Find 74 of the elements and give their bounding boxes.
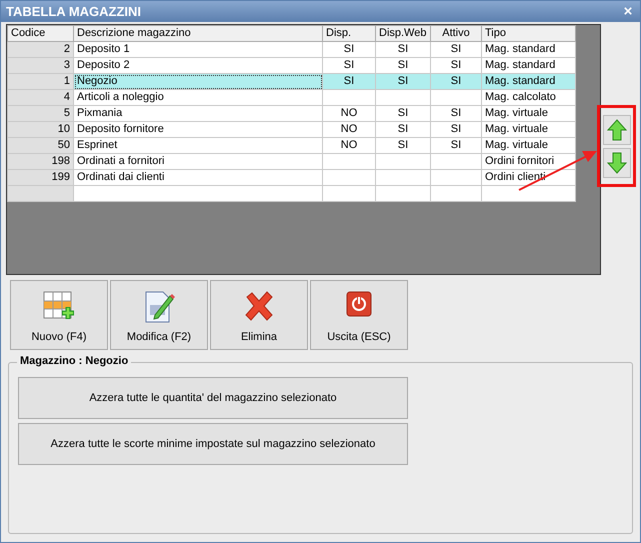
table-cell: SI	[450, 75, 462, 87]
column-header[interactable]: Attivo	[430, 26, 482, 42]
table-cell: SI	[450, 107, 462, 119]
table-cell: Ordinati dai clienti	[77, 171, 164, 183]
table-cell: 5	[64, 107, 70, 119]
table-cell: SI	[450, 43, 462, 55]
table-cell: Pixmania	[77, 107, 122, 119]
table-cell: Mag. standard	[485, 59, 556, 71]
table-row[interactable]: 1 Negozio SI SI SI Mag. standard	[8, 74, 576, 90]
table-cell: Deposito 1	[77, 43, 130, 55]
table-add-icon	[43, 291, 75, 321]
table-cell: SI	[398, 75, 408, 87]
table-row[interactable]: 10 Deposito fornitore NO SI SI Mag. virtuale	[8, 122, 576, 138]
arrow-up-icon	[606, 118, 626, 140]
column-header[interactable]: Codice	[8, 26, 74, 42]
table-cell: SI	[398, 139, 408, 151]
group-title: Magazzino : Negozio	[17, 356, 132, 367]
table-cell: SI	[344, 75, 354, 87]
table-cell: SI	[398, 43, 408, 55]
table-cell: Esprinet	[77, 139, 118, 151]
table-cell: Mag. virtuale	[485, 139, 548, 151]
power-icon	[346, 291, 372, 317]
table-cell: NO	[340, 139, 358, 151]
toolbar-button[interactable]: Uscita (ESC)	[310, 280, 408, 350]
action-button[interactable]: Azzera tutte le quantita' del magazzino selezionato	[18, 377, 408, 419]
table-cell: SI	[450, 59, 462, 71]
table-cell: Ordinati a fornitori	[77, 155, 164, 167]
column-header[interactable]: Disp.	[322, 26, 376, 42]
table-cell: Mag. standard	[485, 43, 556, 55]
table-cell: SI	[398, 107, 408, 119]
table-cell: 3	[64, 59, 70, 71]
table-cell: SI	[398, 123, 408, 135]
table-cell: SI	[450, 123, 462, 135]
table-cell: 4	[64, 91, 70, 103]
table-cell: 10	[58, 123, 70, 135]
table-cell: Deposito 2	[77, 59, 130, 71]
table-cell: SI	[344, 43, 354, 55]
table-cell: Ordini fornitori	[485, 155, 554, 167]
move-down-button[interactable]	[602, 148, 630, 178]
table-cell: SI	[450, 139, 462, 151]
table-row[interactable]: 198 Ordinati a fornitori Ordini fornitori	[8, 154, 576, 170]
table-cell: 199	[52, 171, 70, 183]
toolbar-button[interactable]: Elimina	[210, 280, 308, 350]
table-row[interactable]: 50 Esprinet NO SI SI Mag. virtuale	[8, 138, 576, 154]
table-cell: SI	[398, 59, 408, 71]
action-button[interactable]: Azzera tutte le scorte minime impostate sul magazzino selezionato	[18, 423, 408, 465]
arrow-down-icon	[606, 152, 626, 174]
table-cell: 50	[58, 139, 70, 151]
table-cell: Deposito fornitore	[77, 123, 164, 135]
table-cell: 2	[64, 43, 70, 55]
column-header[interactable]: Disp.Web	[376, 26, 430, 42]
table-cell: 198	[52, 155, 70, 167]
column-header[interactable]: Descrizione magazzino	[74, 26, 322, 42]
table-cell: Articoli a noleggio	[77, 91, 164, 103]
table-cell: Mag. virtuale	[485, 107, 548, 119]
table-cell: 1	[64, 75, 70, 87]
move-up-button[interactable]	[602, 114, 630, 144]
table-row[interactable]: 5 Pixmania NO SI SI Mag. virtuale	[8, 106, 576, 122]
delete-icon	[243, 291, 275, 323]
table-cell: SI	[344, 59, 354, 71]
toolbar-button[interactable]: Modifica (F2)	[110, 280, 208, 350]
toolbar-button[interactable]: Nuovo (F4)	[10, 280, 108, 350]
table-cell: Negozio	[77, 75, 118, 87]
table-cell: Mag. virtuale	[485, 123, 548, 135]
table-row[interactable]: 2 Deposito 1 SI SI SI Mag. standard	[8, 42, 576, 58]
table-cell: NO	[340, 123, 358, 135]
column-header[interactable]: Tipo	[482, 26, 576, 42]
document-pencil-icon	[143, 291, 175, 323]
table-cell: NO	[340, 107, 358, 119]
table-cell: Mag. calcolato	[485, 91, 556, 103]
table-cell: Mag. standard	[485, 75, 556, 87]
table-row[interactable]: 4 Articoli a noleggio Mag. calcolato	[8, 90, 576, 106]
window-title: TABELLA MAGAZZINI	[6, 2, 142, 21]
table-row[interactable]: 3 Deposito 2 SI SI SI Mag. standard	[8, 58, 576, 74]
